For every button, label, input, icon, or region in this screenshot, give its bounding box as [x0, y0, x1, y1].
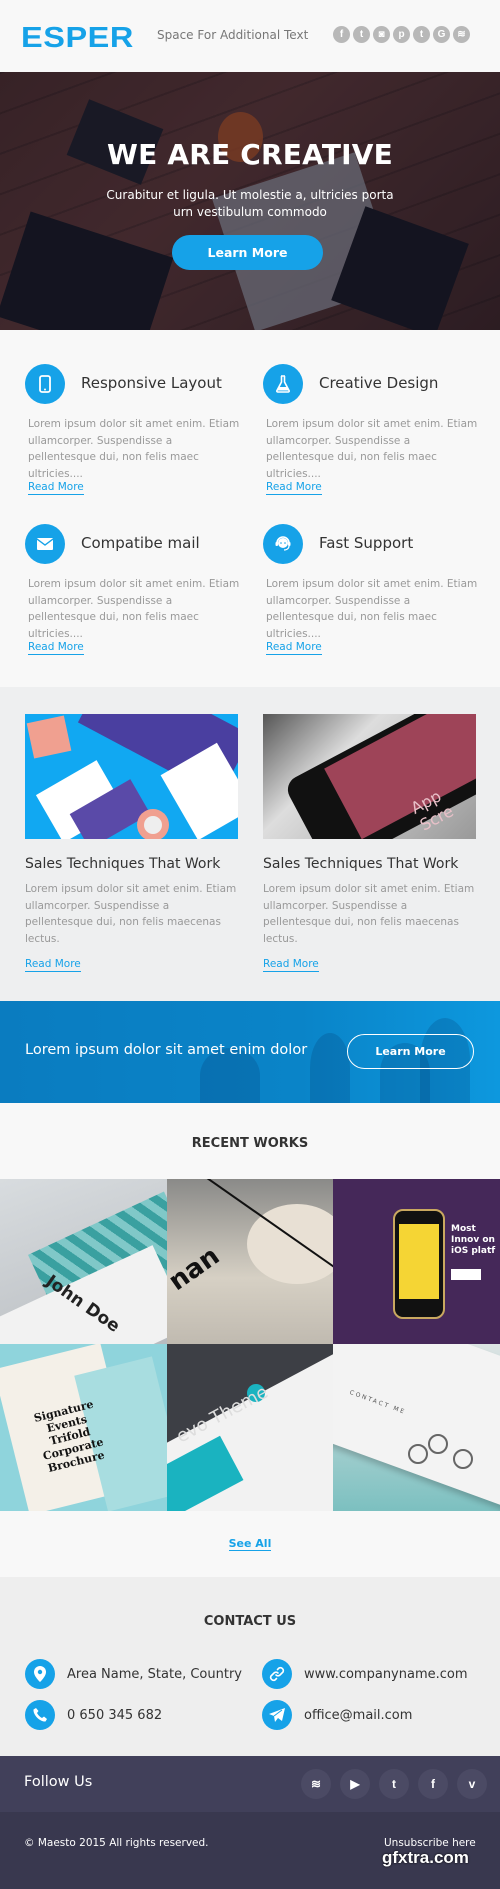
- support-icon: [263, 524, 303, 564]
- hero-learn-more-button[interactable]: Learn More: [172, 235, 323, 270]
- header-tagline: Space For Additional Text: [157, 28, 309, 42]
- footer-social-icons: ≋ ▶ t f v: [301, 1769, 487, 1799]
- work-tile[interactable]: Signature Events Trifold Corporate Broch…: [0, 1344, 167, 1511]
- work-tile[interactable]: John Doe: [0, 1179, 167, 1344]
- location-pin-icon: [25, 1659, 55, 1689]
- blog-post-image[interactable]: App Scre: [263, 714, 476, 839]
- cta-learn-more-button[interactable]: Learn More: [347, 1034, 474, 1069]
- hero-subtitle: Curabitur et ligula. Ut molestie a, ultr…: [106, 188, 394, 219]
- google-icon[interactable]: G: [433, 26, 450, 43]
- recent-works-title: RECENT WORKS: [191, 1136, 309, 1151]
- rss-icon[interactable]: ≋: [453, 26, 470, 43]
- blog-post: Sales Techniques That Work Lorem ipsum d…: [25, 714, 238, 972]
- feature-title: Responsive Layout: [81, 374, 222, 392]
- paper-plane-icon: [262, 1700, 292, 1730]
- feature-text: Lorem ipsum dolor sit amet enim. Etiam u…: [266, 578, 478, 641]
- follow-us-bar: Follow Us ≋ ▶ t f v: [0, 1756, 500, 1812]
- blog-post-text: Lorem ipsum dolor sit amet enim. Etiam u…: [25, 883, 237, 946]
- see-all-wrapper: See All: [0, 1511, 500, 1577]
- cta-banner: Lorem ipsum dolor sit amet enim dolor Le…: [0, 1001, 500, 1103]
- work-tile[interactable]: Most Innov on iOS platf: [333, 1179, 500, 1344]
- feature-item: Responsive Layout Lorem ipsum dolor sit …: [25, 364, 240, 495]
- feature-item: Creative Design Lorem ipsum dolor sit am…: [263, 364, 478, 495]
- work-tile[interactable]: CONTACT ME: [333, 1344, 500, 1511]
- feature-title: Creative Design: [319, 374, 439, 392]
- pinterest-icon[interactable]: p: [393, 26, 410, 43]
- cta-text: Lorem ipsum dolor sit amet enim dolor: [25, 1042, 308, 1058]
- feature-text: Lorem ipsum dolor sit amet enim. Etiam u…: [28, 418, 240, 481]
- feature-item: Fast Support Lorem ipsum dolor sit amet …: [263, 524, 478, 655]
- read-more-link[interactable]: Read More: [266, 481, 322, 495]
- facebook-icon[interactable]: f: [333, 26, 350, 43]
- contact-website-link[interactable]: www.companyname.com: [304, 1667, 468, 1682]
- contact-section: CONTACT US Area Name, State, Country www…: [0, 1577, 500, 1756]
- read-more-link[interactable]: Read More: [28, 481, 84, 495]
- feature-title: Compatibe mail: [81, 534, 200, 552]
- blog-post-image[interactable]: [25, 714, 238, 839]
- read-more-link[interactable]: Read More: [266, 641, 322, 655]
- feature-text: Lorem ipsum dolor sit amet enim. Etiam u…: [28, 578, 240, 641]
- vimeo-icon[interactable]: v: [457, 1769, 487, 1799]
- feature-title: Fast Support: [319, 534, 414, 552]
- read-more-link[interactable]: Read More: [25, 958, 81, 972]
- rss-icon[interactable]: ≋: [301, 1769, 331, 1799]
- contact-email-link[interactable]: office@mail.com: [304, 1708, 412, 1723]
- follow-us-label: Follow Us: [24, 1774, 93, 1790]
- phone-icon: [25, 1700, 55, 1730]
- blog-section: Sales Techniques That Work Lorem ipsum d…: [0, 687, 500, 1001]
- instagram-icon[interactable]: ◙: [373, 26, 390, 43]
- blog-post-text: Lorem ipsum dolor sit amet enim. Etiam u…: [263, 883, 475, 946]
- work-tile[interactable]: nan: [167, 1179, 333, 1344]
- see-all-link[interactable]: See All: [228, 1537, 272, 1551]
- watermark: gfxtra.com: [382, 1848, 469, 1867]
- youtube-icon[interactable]: ▶: [340, 1769, 370, 1799]
- tumblr-icon[interactable]: t: [413, 26, 430, 43]
- contact-phone-text[interactable]: 0 650 345 682: [67, 1708, 162, 1723]
- recent-works-section: RECENT WORKS John Doe nan Most Innov on …: [0, 1103, 500, 1577]
- blog-post: App Scre Sales Techniques That Work Lore…: [263, 714, 476, 972]
- footer: © Maesto 2015 All rights reserved. Unsub…: [0, 1812, 500, 1889]
- envelope-icon: [25, 524, 65, 564]
- mobile-icon: [25, 364, 65, 404]
- facebook-icon[interactable]: f: [418, 1769, 448, 1799]
- contact-email: office@mail.com: [262, 1700, 412, 1730]
- hero-banner: WE ARE CREATIVE Curabitur et ligula. Ut …: [0, 72, 500, 330]
- twitter-icon[interactable]: t: [379, 1769, 409, 1799]
- flask-icon: [263, 364, 303, 404]
- works-grid: John Doe nan Most Innov on iOS platf Sig…: [0, 1179, 500, 1511]
- contact-address-text: Area Name, State, Country: [67, 1666, 242, 1682]
- blog-post-title: Sales Techniques That Work: [263, 856, 459, 872]
- contact-title: CONTACT US: [203, 1614, 297, 1629]
- header-social-icons: f t ◙ p t G ≋: [333, 26, 470, 43]
- features-section: Responsive Layout Lorem ipsum dolor sit …: [0, 330, 500, 687]
- contact-phone: 0 650 345 682: [25, 1700, 162, 1730]
- feature-item: Compatibe mail Lorem ipsum dolor sit ame…: [25, 524, 240, 655]
- blog-post-title: Sales Techniques That Work: [25, 856, 221, 872]
- work-caption: Most Innov on iOS platf: [451, 1224, 496, 1256]
- work-caption: nan: [167, 1241, 226, 1297]
- header: ESPER Space For Additional Text f t ◙ p …: [0, 0, 500, 72]
- contact-address: Area Name, State, Country: [25, 1659, 242, 1689]
- read-more-link[interactable]: Read More: [28, 641, 84, 655]
- work-tile[interactable]: evo Theme: [167, 1344, 333, 1511]
- copyright-text: © Maesto 2015 All rights reserved.: [24, 1837, 209, 1849]
- read-more-link[interactable]: Read More: [263, 958, 319, 972]
- feature-text: Lorem ipsum dolor sit amet enim. Etiam u…: [266, 418, 478, 481]
- hero-title: WE ARE CREATIVE: [107, 138, 393, 171]
- twitter-icon[interactable]: t: [353, 26, 370, 43]
- contact-website: www.companyname.com: [262, 1659, 468, 1689]
- logo[interactable]: ESPER: [21, 22, 134, 55]
- link-icon: [262, 1659, 292, 1689]
